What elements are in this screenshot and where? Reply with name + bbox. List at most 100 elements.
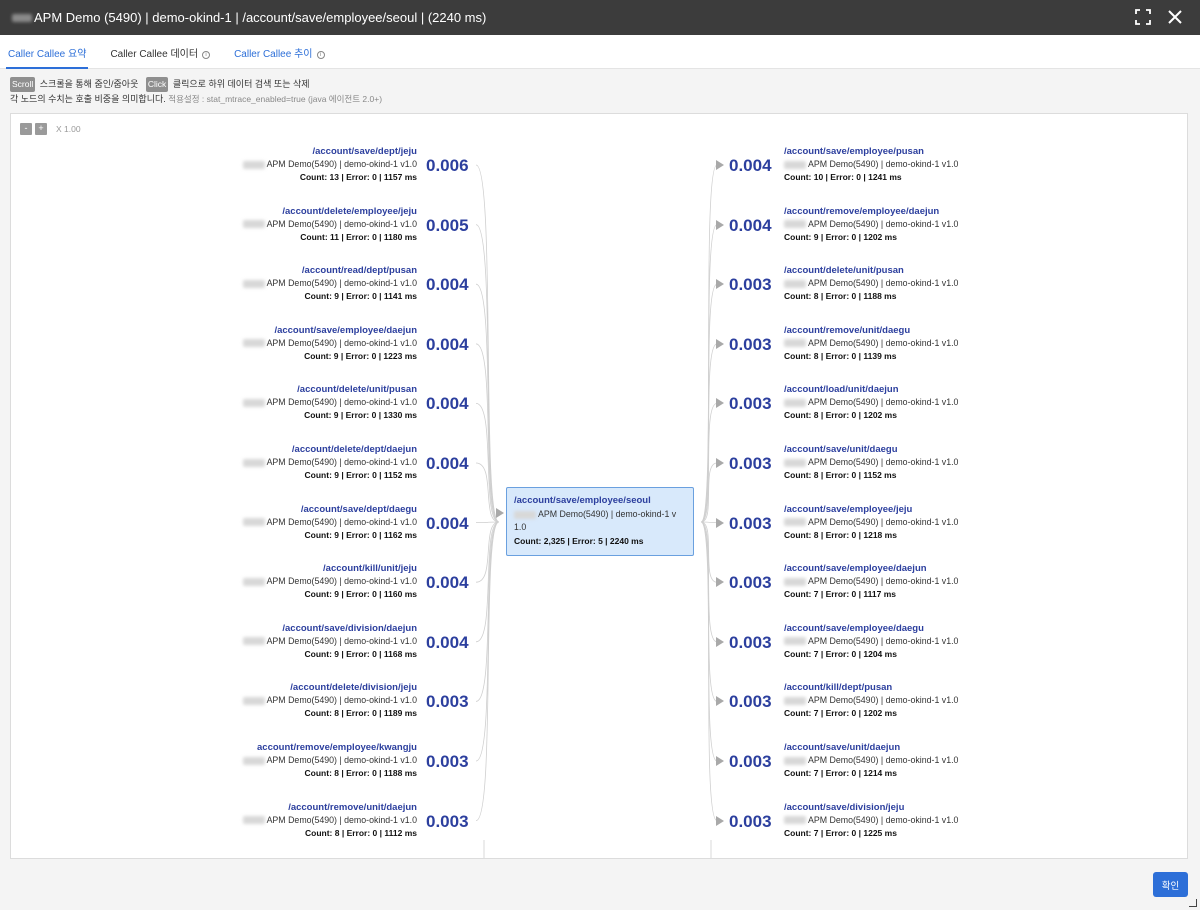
arrow-icon (716, 815, 724, 826)
node-stats: Count: 10 | Error: 0 | 1241 ms (784, 172, 902, 182)
caller-node[interactable]: /account/delete/division/jeju APM Demo(54… (131, 682, 417, 738)
node-path[interactable]: /account/save/dept/jeju (131, 146, 417, 157)
node-path[interactable]: /account/load/unit/daejun (784, 384, 1084, 395)
callee-node[interactable]: /account/remove/employee/daejun APM Demo(… (784, 206, 1084, 262)
confirm-button[interactable]: 확인 (1153, 872, 1188, 897)
caller-node[interactable]: /account/read/dept/pusan APM Demo(5490) |… (131, 265, 417, 321)
caller-node[interactable]: /account/save/dept/daegu APM Demo(5490) |… (131, 504, 417, 560)
node-path[interactable]: /account/save/employee/daejun (784, 563, 1084, 574)
link-line (475, 224, 500, 523)
zoom-out-button[interactable]: - (20, 123, 32, 135)
node-app: APM Demo(5490) | demo-okind-1 v1.0 (784, 219, 1084, 229)
call-ratio: 0.003 (729, 454, 772, 473)
tab-summary[interactable]: Caller Callee 요약 (6, 35, 98, 69)
center-node[interactable]: /account/save/employee/seoul APM Demo(54… (506, 487, 694, 556)
node-stats: Count: 8 | Error: 0 | 1188 ms (304, 768, 417, 778)
click-help: 클릭으로 하위 데이터 검색 또는 삭제 (172, 79, 310, 89)
callee-node[interactable]: /account/save/employee/jeju APM Demo(5490… (784, 504, 1084, 560)
link-line (700, 521, 718, 821)
caller-node[interactable]: /account/delete/employee/jeju APM Demo(54… (131, 206, 417, 262)
node-path[interactable]: /account/save/unit/daejun (784, 742, 1084, 753)
node-stats: Count: 9 | Error: 0 | 1202 ms (784, 231, 897, 242)
callee-node[interactable]: /account/save/unit/daegu APM Demo(5490) |… (784, 444, 1084, 500)
caller-node[interactable]: /account/save/division/daejun APM Demo(54… (131, 623, 417, 679)
node-app-text: APM Demo(5490) | demo-okind-1 v1.0 (266, 635, 417, 646)
node-path[interactable]: /account/remove/unit/daegu (784, 325, 1084, 336)
click-chip: Click (145, 77, 169, 92)
node-path[interactable]: /account/read/dept/pusan (131, 265, 417, 276)
node-path[interactable]: /account/delete/unit/pusan (784, 265, 1084, 276)
callee-node[interactable]: /account/save/employee/pusan APM Demo(549… (784, 146, 1084, 202)
callee-node[interactable]: /account/remove/unit/daegu APM Demo(5490)… (784, 325, 1084, 381)
node-app-text: APM Demo(5490) | demo-okind-1 v1.0 (266, 576, 417, 587)
info-icon: i (316, 51, 325, 59)
node-stats: Count: 11 | Error: 0 | 1180 ms (300, 231, 417, 242)
redacted-mark (242, 577, 265, 586)
node-stats: Count: 7 | Error: 0 | 1214 ms (784, 768, 897, 778)
link-line (700, 521, 718, 583)
node-app-text: APM Demo(5490) | demo-okind-1 v1.0 (808, 576, 959, 587)
node-stats: Count: 8 | Error: 0 | 1218 ms (784, 529, 897, 540)
node-app-text: APM Demo(5490) | demo-okind-1 v1.0 (266, 695, 417, 706)
node-path[interactable]: /account/remove/unit/daejun (131, 802, 417, 813)
node-path[interactable]: /account/remove/employee/daejun (784, 206, 1084, 217)
callee-node[interactable]: /account/load/unit/daejun APM Demo(5490) … (784, 384, 1084, 440)
node-path[interactable]: /account/save/employee/jeju (784, 504, 1084, 515)
close-icon[interactable] (1164, 6, 1186, 28)
callee-node[interactable]: /account/kill/dept/pusan APM Demo(5490) |… (784, 682, 1084, 738)
resize-handle[interactable] (1189, 899, 1197, 907)
node-app: APM Demo(5490) | demo-okind-1 v1.0 (131, 815, 417, 825)
node-path[interactable]: /account/save/division/daejun (131, 623, 417, 634)
fullscreen-icon[interactable] (1132, 6, 1154, 28)
caller-node[interactable]: /account/delete/dept/daejun APM Demo(5490… (131, 444, 417, 500)
callee-node[interactable]: /account/save/unit/daejun APM Demo(5490) … (784, 742, 1084, 798)
caller-node[interactable]: /account/save/dept/jeju APM Demo(5490) | … (131, 146, 417, 202)
graph-canvas[interactable]: - + X 1.00 /account/save/dept/jeju APM De… (10, 113, 1188, 859)
node-path[interactable]: account/remove/employee/kwangju (131, 742, 417, 753)
arrow-icon (716, 338, 724, 349)
center-node-app-text: APM Demo(5490) | demo-okind-1 v 1.0 (514, 509, 677, 532)
caller-node[interactable]: /account/delete/unit/pusan APM Demo(5490)… (131, 384, 417, 440)
node-path[interactable]: /account/save/division/jeju (784, 802, 1084, 813)
callee-node[interactable]: /account/save/employee/daegu APM Demo(549… (784, 623, 1084, 679)
call-ratio: 0.003 (426, 811, 469, 831)
node-path[interactable]: /account/delete/dept/daejun (131, 444, 417, 455)
node-app-text: APM Demo(5490) | demo-okind-1 v1.0 (808, 457, 959, 467)
node-path[interactable]: /account/delete/division/jeju (131, 682, 417, 693)
caller-node[interactable]: /account/remove/unit/daejun APM Demo(5490… (131, 802, 417, 858)
tab-data[interactable]: Caller Callee 데이터 i (108, 35, 222, 69)
node-path[interactable]: /account/save/employee/pusan (784, 146, 1084, 157)
link-line (475, 521, 500, 702)
node-path[interactable]: /account/kill/unit/jeju (131, 563, 417, 574)
node-path[interactable]: /account/save/employee/daejun (131, 325, 417, 336)
tab-trend[interactable]: Caller Callee 추이 i (232, 35, 336, 69)
call-ratio: 0.003 (426, 752, 469, 771)
node-path[interactable]: /account/kill/dept/pusan (784, 682, 1084, 693)
callee-node[interactable]: /account/delete/unit/pusan APM Demo(5490)… (784, 265, 1084, 321)
node-app: APM Demo(5490) | demo-okind-1 v1.0 (784, 397, 1084, 407)
node-path[interactable]: /account/save/unit/daegu (784, 444, 1084, 455)
node-path[interactable]: /account/delete/unit/pusan (131, 384, 417, 395)
call-ratio: 0.004 (426, 334, 469, 354)
callee-node[interactable]: /account/save/division/jeju APM Demo(5490… (784, 802, 1084, 858)
node-app: APM Demo(5490) | demo-okind-1 v1.0 (131, 517, 417, 527)
node-app-text: APM Demo(5490) | demo-okind-1 v1.0 (808, 516, 959, 527)
zoom-level: X 1.00 (56, 124, 81, 134)
zoom-controls: - + X 1.00 (20, 123, 81, 135)
callee-node[interactable]: /account/save/employee/daejun APM Demo(54… (784, 563, 1084, 619)
caller-node[interactable]: /account/save/employee/daejun APM Demo(54… (131, 325, 417, 381)
node-stats: Count: 8 | Error: 0 | 1202 ms (784, 410, 897, 421)
redacted-mark (242, 518, 265, 527)
call-ratio: 0.004 (729, 156, 772, 175)
node-app: APM Demo(5490) | demo-okind-1 v1.0 (131, 159, 417, 169)
call-ratio: 0.003 (729, 692, 772, 712)
node-path[interactable]: /account/save/dept/daegu (131, 504, 417, 515)
caller-node[interactable]: /account/kill/unit/jeju APM Demo(5490) | … (131, 563, 417, 619)
caller-node[interactable]: account/remove/employee/kwangju APM Demo(… (131, 742, 417, 798)
zoom-in-button[interactable]: + (35, 123, 47, 135)
redacted-mark (242, 756, 265, 765)
node-app-text: APM Demo(5490) | demo-okind-1 v1.0 (808, 337, 959, 348)
node-app: APM Demo(5490) | demo-okind-1 v1.0 (784, 457, 1084, 467)
node-path[interactable]: /account/save/employee/daegu (784, 623, 1084, 634)
node-path[interactable]: /account/delete/employee/jeju (131, 206, 417, 217)
